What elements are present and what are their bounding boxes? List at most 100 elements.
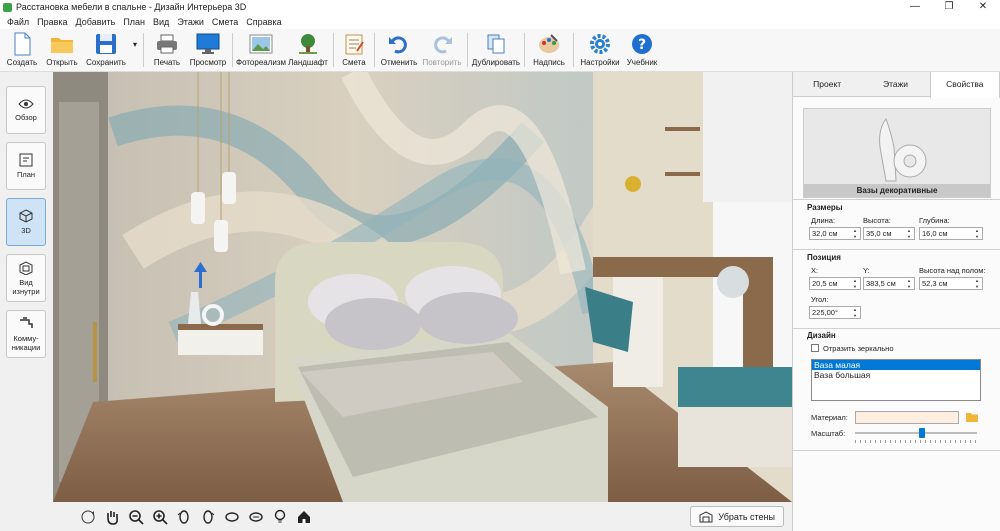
redo-button[interactable]: Повторить [420, 29, 464, 71]
3d-viewport[interactable] [53, 72, 792, 502]
zoom-in-button[interactable] [149, 506, 171, 528]
tilt-up-button[interactable] [221, 506, 243, 528]
remove-walls-button[interactable]: Убрать стены [690, 506, 784, 527]
preview-button[interactable]: Просмотр [187, 29, 229, 71]
print-button[interactable]: Печать [147, 29, 187, 71]
rotate-right-button[interactable] [197, 506, 219, 528]
length-stepper[interactable]: 32,0 см [809, 227, 861, 240]
open-button[interactable]: Открыть [42, 29, 82, 71]
light-bulb-icon [274, 509, 286, 522]
menu-help[interactable]: Справка [246, 17, 281, 27]
left-sidebar: Обзор План 3D Вид изнутри Комму-никации [0, 72, 53, 531]
menu-floors[interactable]: Этажи [177, 17, 204, 27]
save-button[interactable]: Сохранить [82, 29, 130, 71]
home-icon [298, 510, 310, 523]
maximize-button[interactable]: ❐ [932, 0, 966, 14]
floor-height-stepper[interactable]: 52,3 см [919, 277, 983, 290]
duplicate-button[interactable]: Дублировать [471, 29, 521, 71]
close-button[interactable]: ✕ [966, 0, 1000, 14]
mirror-checkbox[interactable] [811, 344, 819, 352]
viewport-toolbar: Убрать стены [53, 502, 792, 531]
sidebar-item-3d[interactable]: 3D [6, 198, 46, 246]
printer-icon [157, 34, 177, 54]
room-icon [19, 260, 33, 275]
object-preview: Вазы декоративные [803, 108, 991, 198]
depth-stepper[interactable]: 16,0 см [919, 227, 983, 240]
eye-icon [18, 99, 34, 109]
faucet-icon [20, 316, 33, 328]
tilt-down-icon [249, 511, 263, 522]
rotate-view-button[interactable] [77, 506, 99, 528]
sidebar-item-inside-view[interactable]: Вид изнутри [6, 254, 46, 302]
photo-icon [249, 34, 273, 54]
scale-slider-ticks [855, 440, 977, 443]
x-stepper[interactable]: 20,5 см [809, 277, 861, 290]
title-bar: Расстановка мебели в спальне - Дизайн Ин… [0, 0, 1000, 14]
menu-plan[interactable]: План [123, 17, 145, 27]
position-heading: Позиция [807, 253, 841, 262]
tilt-up-icon [225, 511, 239, 522]
menu-estimate[interactable]: Смета [212, 17, 238, 27]
folder-icon[interactable] [965, 411, 979, 423]
toolbar-separator [333, 33, 334, 67]
list-item-large-vase[interactable]: Ваза большая [812, 370, 980, 380]
part-listbox[interactable]: Ваза малая Ваза большая [811, 359, 981, 401]
tab-project[interactable]: Проект [793, 72, 861, 96]
x-label: X: [811, 266, 819, 275]
undo-button[interactable]: Отменить [378, 29, 420, 71]
cube-icon [19, 209, 33, 223]
preview-caption: Вазы декоративные [804, 184, 990, 197]
divider [793, 450, 1000, 451]
menu-view[interactable]: Вид [153, 17, 169, 27]
undo-icon [389, 36, 407, 54]
height-stepper[interactable]: 35,0 см [863, 227, 915, 240]
menu-add[interactable]: Добавить [76, 17, 116, 27]
toolbar-separator [232, 33, 233, 67]
sizes-heading: Размеры [807, 203, 843, 212]
design-heading: Дизайн [807, 331, 836, 340]
mirror-label: Отразить зеркально [823, 344, 894, 353]
angle-stepper[interactable]: 225,00° [809, 306, 861, 319]
photorealism-button[interactable]: Фотореализм [236, 29, 286, 71]
list-item-small-vase[interactable]: Ваза малая [812, 360, 980, 370]
tutorial-button[interactable]: ? Учебник [623, 29, 661, 71]
rotate-right-icon [203, 509, 215, 524]
estimate-button[interactable]: Смета [337, 29, 371, 71]
properties-panel: Проект Этажи Свойства Вазы декоративные … [792, 72, 1000, 531]
vases-thumbnail [879, 118, 927, 182]
y-stepper[interactable]: 383,5 см [863, 277, 915, 290]
toolbar-separator [524, 33, 525, 67]
save-dropdown-arrow[interactable]: ▾ [130, 29, 140, 71]
create-button[interactable]: Создать [2, 29, 42, 71]
pan-button[interactable] [101, 506, 123, 528]
caption-button[interactable]: Надпись [528, 29, 570, 71]
tilt-down-button[interactable] [245, 506, 267, 528]
settings-button[interactable]: Настройки [577, 29, 623, 71]
landscape-button[interactable]: Ландшафт [286, 29, 330, 71]
tab-properties[interactable]: Свойства [929, 72, 1000, 98]
rotate-left-button[interactable] [173, 506, 195, 528]
menu-file[interactable]: Файл [7, 17, 29, 27]
height-label: Высота: [863, 216, 891, 225]
hand-icon [107, 510, 118, 525]
menu-bar: Файл Правка Добавить План Вид Этажи Смет… [0, 14, 1000, 29]
minimize-button[interactable]: — [898, 0, 932, 14]
material-swatch[interactable] [855, 411, 959, 424]
walls-icon [699, 510, 713, 522]
lighting-button[interactable] [269, 506, 291, 528]
floor-height-label: Высота над полом: [919, 266, 986, 275]
zoom-out-button[interactable] [125, 506, 147, 528]
app-icon [3, 2, 12, 12]
home-view-button[interactable] [293, 506, 315, 528]
zoom-out-icon [129, 509, 144, 525]
menu-edit[interactable]: Правка [37, 17, 67, 27]
scale-slider-track[interactable] [855, 432, 977, 434]
tab-floors[interactable]: Этажи [861, 72, 929, 96]
sidebar-item-communications[interactable]: Комму-никации [6, 310, 46, 358]
scale-label: Масштаб: [811, 429, 846, 438]
toolbar-separator [467, 33, 468, 67]
scale-slider-thumb[interactable] [919, 428, 926, 438]
sidebar-item-overview[interactable]: Обзор [6, 86, 46, 134]
duplicate-icon [487, 34, 505, 54]
sidebar-item-plan[interactable]: План [6, 142, 46, 190]
